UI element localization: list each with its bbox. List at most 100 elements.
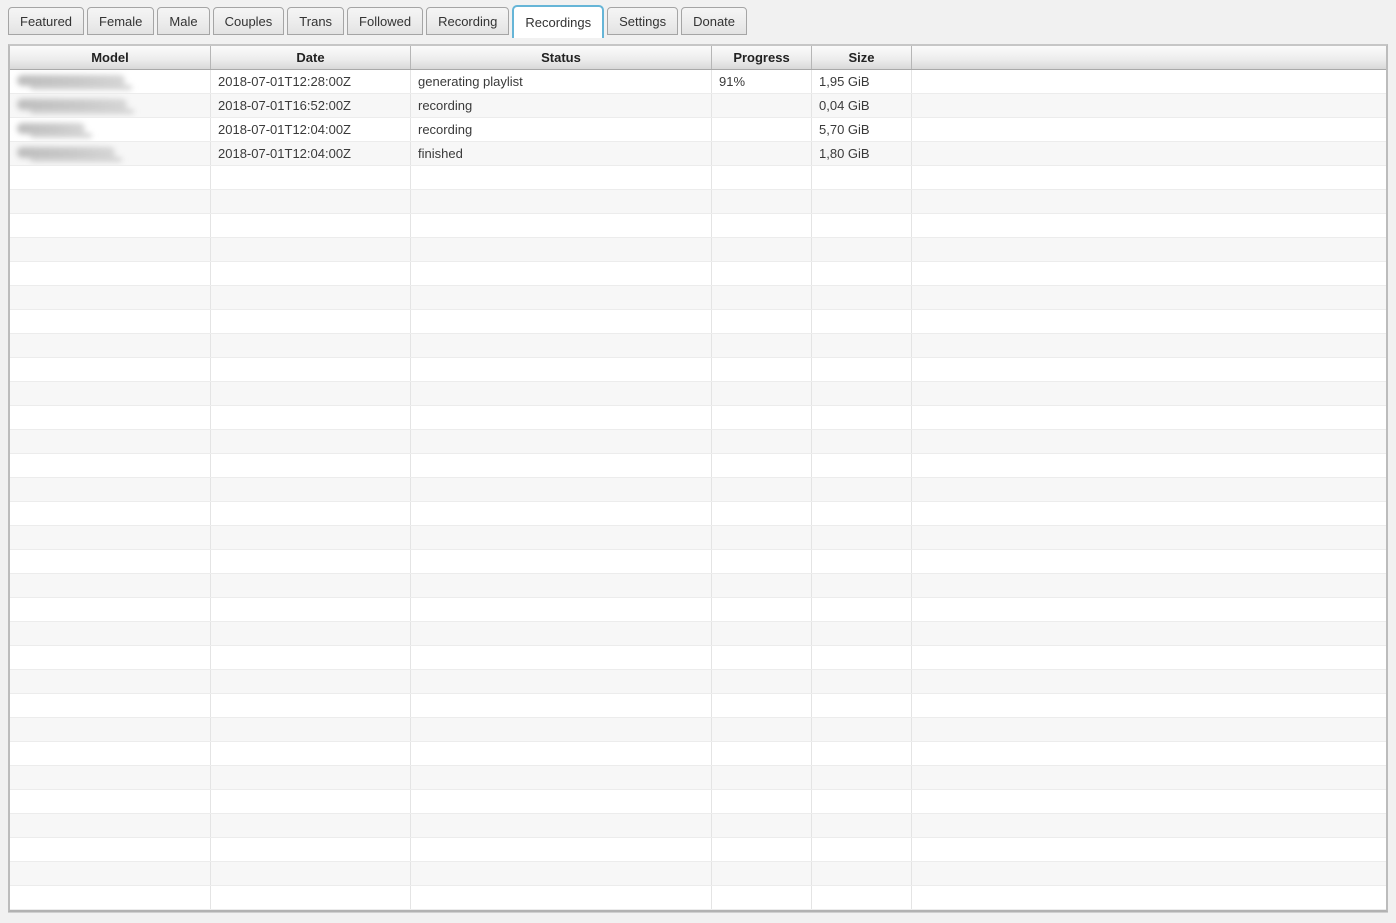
recording-row[interactable]: 2018-07-01T12:04:00Zfinished1,80 GiB [10, 142, 1386, 166]
cell-extra [912, 502, 1386, 525]
cell-date [211, 718, 411, 741]
cell-extra [912, 118, 1386, 141]
tab-followed[interactable]: Followed [347, 7, 423, 35]
cell-progress [712, 478, 812, 501]
cell-model [10, 382, 211, 405]
cell-progress [712, 694, 812, 717]
cell-extra [912, 814, 1386, 837]
cell-model [10, 310, 211, 333]
cell-status [411, 742, 712, 765]
cell-date: 2018-07-01T12:04:00Z [211, 118, 411, 141]
tab-trans[interactable]: Trans [287, 7, 344, 35]
cell-date [211, 502, 411, 525]
cell-size [812, 862, 912, 885]
cell-status [411, 286, 712, 309]
tab-female[interactable]: Female [87, 7, 154, 35]
cell-date [211, 166, 411, 189]
cell-extra [912, 526, 1386, 549]
cell-status [411, 814, 712, 837]
tab-donate[interactable]: Donate [681, 7, 747, 35]
cell-progress [712, 118, 812, 141]
column-header-date[interactable]: Date [211, 46, 411, 69]
cell-size [812, 886, 912, 909]
cell-date [211, 574, 411, 597]
cell-date [211, 838, 411, 861]
model-name-redacted [17, 75, 125, 86]
cell-status [411, 598, 712, 621]
column-header-empty[interactable] [912, 46, 1386, 69]
cell-model [10, 166, 211, 189]
empty-row [10, 190, 1386, 214]
cell-size [812, 286, 912, 309]
cell-model [10, 286, 211, 309]
cell-date [211, 598, 411, 621]
cell-date [211, 478, 411, 501]
cell-progress [712, 886, 812, 909]
tab-bar: FeaturedFemaleMaleCouplesTransFollowedRe… [8, 5, 1388, 44]
recording-row[interactable]: 2018-07-01T12:28:00Zgenerating playlist9… [10, 70, 1386, 94]
cell-extra [912, 94, 1386, 117]
cell-extra [912, 886, 1386, 909]
cell-status [411, 718, 712, 741]
cell-model [10, 238, 211, 261]
cell-size [812, 646, 912, 669]
tab-recording[interactable]: Recording [426, 7, 509, 35]
cell-progress [712, 622, 812, 645]
model-name-redacted [17, 147, 115, 158]
cell-status: generating playlist [411, 70, 712, 93]
cell-date [211, 862, 411, 885]
tab-settings[interactable]: Settings [607, 7, 678, 35]
empty-row [10, 430, 1386, 454]
cell-status [411, 334, 712, 357]
cell-date: 2018-07-01T12:28:00Z [211, 70, 411, 93]
tab-recordings[interactable]: Recordings [512, 5, 604, 38]
cell-date [211, 430, 411, 453]
cell-size: 1,80 GiB [812, 142, 912, 165]
empty-row [10, 838, 1386, 862]
cell-date [211, 886, 411, 909]
cell-model [10, 214, 211, 237]
cell-progress [712, 526, 812, 549]
recording-row[interactable]: 2018-07-01T12:04:00Zrecording5,70 GiB [10, 118, 1386, 142]
cell-extra [912, 310, 1386, 333]
empty-row [10, 334, 1386, 358]
cell-status [411, 214, 712, 237]
cell-status [411, 574, 712, 597]
cell-date [211, 214, 411, 237]
cell-model [10, 142, 211, 165]
cell-status [411, 502, 712, 525]
cell-progress [712, 550, 812, 573]
cell-extra [912, 430, 1386, 453]
empty-row [10, 670, 1386, 694]
cell-status [411, 790, 712, 813]
cell-progress [712, 598, 812, 621]
cell-size [812, 814, 912, 837]
tab-male[interactable]: Male [157, 7, 209, 35]
tab-featured[interactable]: Featured [8, 7, 84, 35]
cell-progress [712, 766, 812, 789]
cell-progress [712, 214, 812, 237]
column-header-progress[interactable]: Progress [712, 46, 812, 69]
cell-model [10, 334, 211, 357]
empty-row [10, 598, 1386, 622]
cell-extra [912, 286, 1386, 309]
empty-row [10, 718, 1386, 742]
tab-couples[interactable]: Couples [213, 7, 285, 35]
cell-size [812, 430, 912, 453]
cell-status [411, 886, 712, 909]
column-header-model[interactable]: Model [10, 46, 211, 69]
recording-row[interactable]: 2018-07-01T16:52:00Zrecording0,04 GiB [10, 94, 1386, 118]
cell-extra [912, 142, 1386, 165]
cell-date [211, 814, 411, 837]
cell-progress [712, 718, 812, 741]
empty-row [10, 886, 1386, 910]
empty-row [10, 574, 1386, 598]
cell-status [411, 838, 712, 861]
cell-size [812, 694, 912, 717]
column-header-size[interactable]: Size [812, 46, 912, 69]
cell-progress [712, 310, 812, 333]
cell-model [10, 454, 211, 477]
cell-date [211, 526, 411, 549]
column-header-status[interactable]: Status [411, 46, 712, 69]
cell-extra [912, 718, 1386, 741]
